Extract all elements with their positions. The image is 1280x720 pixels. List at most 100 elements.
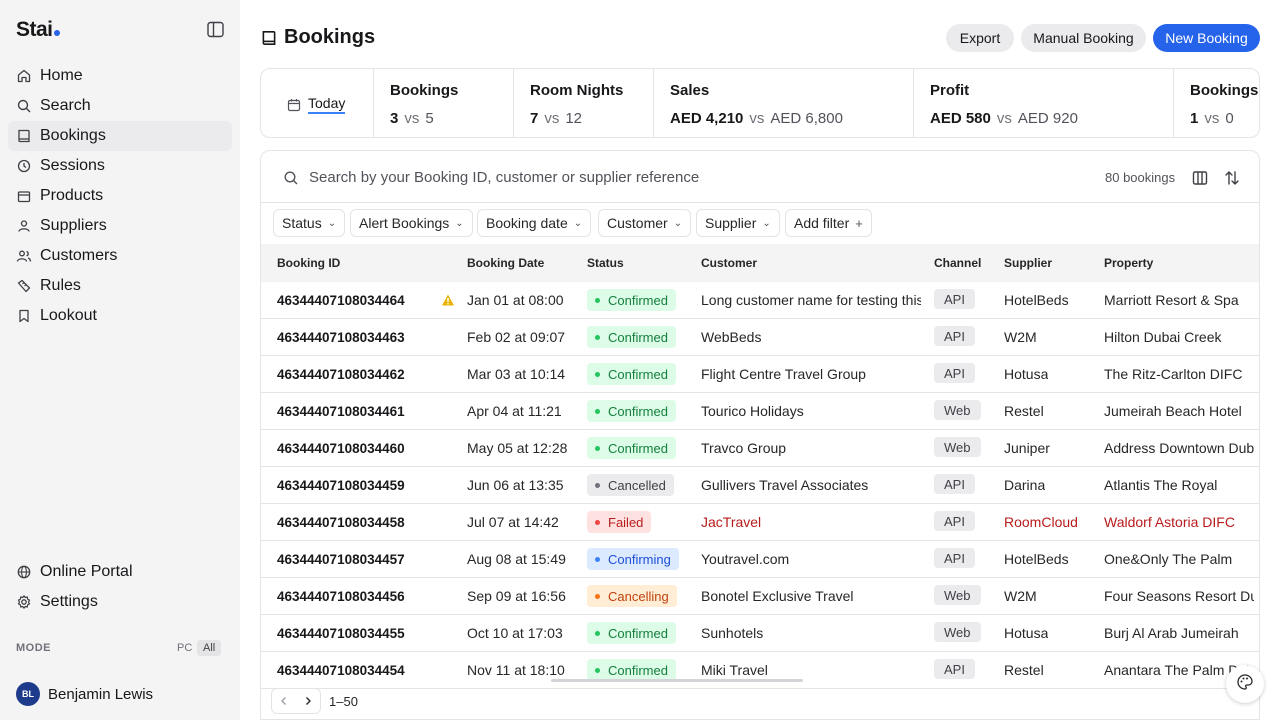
column-header-customer[interactable]: Customer xyxy=(701,256,757,270)
period-selector[interactable]: Today xyxy=(287,95,346,114)
rules-icon xyxy=(16,278,32,294)
status-badge: Confirmed xyxy=(587,659,676,681)
help-widget-button[interactable] xyxy=(1226,665,1264,703)
table-row[interactable]: 46344407108034457 Aug 08 at 15:49 Confirmi… xyxy=(261,541,1259,578)
suppliers-icon xyxy=(16,218,32,234)
supplier-name: W2M xyxy=(1004,588,1037,604)
booking-id[interactable]: 46344407108034455 xyxy=(277,626,405,641)
sidebar-item-label: Sessions xyxy=(40,157,105,174)
customer-name[interactable]: Sunhotels xyxy=(701,625,921,641)
sidebar-item-bookings[interactable]: Bookings xyxy=(8,121,232,151)
customer-name[interactable]: Youtravel.com xyxy=(701,551,921,567)
supplier-name: Hotusa xyxy=(1004,366,1049,382)
mode-option-pc[interactable]: PC xyxy=(171,640,198,656)
sidebar-item-suppliers[interactable]: Suppliers xyxy=(8,211,232,241)
column-header-status[interactable]: Status xyxy=(587,256,624,270)
sidebar-collapse-icon[interactable] xyxy=(207,21,224,38)
sort-icon[interactable] xyxy=(1223,169,1241,187)
sidebar-item-products[interactable]: Products xyxy=(8,181,232,211)
booking-id[interactable]: 46344407108034456 xyxy=(277,589,405,604)
column-header-booking-date[interactable]: Booking Date xyxy=(467,256,544,270)
filter-status[interactable]: Status ⌄ xyxy=(273,209,346,237)
table-row[interactable]: 46344407108034455 Oct 10 at 17:03 Confirme… xyxy=(261,615,1259,652)
chevron-right-icon[interactable] xyxy=(303,694,313,709)
column-header-supplier[interactable]: Supplier xyxy=(1004,256,1052,270)
booking-id[interactable]: 46344407108034463 xyxy=(277,330,405,345)
search-bar[interactable]: Search by your Booking ID, customer or s… xyxy=(283,169,699,186)
chevron-down-icon: ⌄ xyxy=(762,217,771,229)
search-input[interactable]: Search by your Booking ID, customer or s… xyxy=(309,169,699,186)
new-booking-button[interactable]: New Booking xyxy=(1153,24,1260,52)
customer-name[interactable]: WebBeds xyxy=(701,329,921,345)
filter-customer[interactable]: Customer ⌄ xyxy=(598,209,692,237)
status-dot xyxy=(595,556,600,562)
sidebar-item-home[interactable]: Home xyxy=(8,61,232,91)
customer-name[interactable]: Long customer name for testing this xyxy=(701,292,921,308)
sidebar-item-online-portal[interactable]: Online Portal xyxy=(8,557,232,587)
horizontal-scrollbar[interactable] xyxy=(551,679,803,682)
table-row[interactable]: 46344407108034461 Apr 04 at 11:21 Confirme… xyxy=(261,393,1259,430)
booking-id[interactable]: 46344407108034457 xyxy=(277,552,405,567)
stat-current: 3 xyxy=(390,110,399,127)
property-name: Burj Al Arab Jumeirah xyxy=(1104,625,1239,641)
filter-booking-date[interactable]: Booking date ⌄ xyxy=(477,209,592,237)
stat-vs: vs xyxy=(404,110,420,127)
customer-name[interactable]: Tourico Holidays xyxy=(701,403,921,419)
manual-booking-button[interactable]: Manual Booking xyxy=(1021,24,1146,52)
sidebar-item-rules[interactable]: Rules xyxy=(8,271,232,301)
customer-name[interactable]: JacTravel xyxy=(701,514,921,530)
channel-chip: API xyxy=(934,363,975,383)
sidebar-item-sessions[interactable]: Sessions xyxy=(8,151,232,181)
table-row[interactable]: 46344407108034460 May 05 at 12:28 Confirme… xyxy=(261,430,1259,467)
booking-date: Oct 10 at 17:03 xyxy=(467,625,563,641)
column-header-booking-id[interactable]: Booking ID xyxy=(277,256,340,270)
chevron-left-icon[interactable] xyxy=(279,694,289,709)
sidebar-item-lookout[interactable]: Lookout xyxy=(8,301,232,331)
status-badge: Confirmed xyxy=(587,363,676,385)
channel-chip: API xyxy=(934,289,975,309)
table-row[interactable]: 46344407108034458 Jul 07 at 14:42 Failed Ja… xyxy=(261,504,1259,541)
sidebar-item-settings[interactable]: Settings xyxy=(8,587,232,617)
stat-values: AED 4,210 vs AED 6,800 xyxy=(670,110,843,127)
table-row[interactable]: 46344407108034459 Jun 06 at 13:35 Cancelle… xyxy=(261,467,1259,504)
status-label: Confirmed xyxy=(608,662,668,678)
table-row[interactable]: 46344407108034463 Feb 02 at 09:07 Confirme… xyxy=(261,319,1259,356)
booking-id[interactable]: 46344407108034461 xyxy=(277,404,405,419)
filter-alert-bookings[interactable]: Alert Bookings ⌄ xyxy=(350,209,473,237)
table-row[interactable]: 46344407108034462 Mar 03 at 10:14 Confirme… xyxy=(261,356,1259,393)
booking-date: Jan 01 at 08:00 xyxy=(467,292,564,308)
status-dot xyxy=(595,593,600,599)
app-logo[interactable]: Stai xyxy=(16,18,60,42)
channel-chip: API xyxy=(934,659,975,679)
sidebar-item-search[interactable]: Search xyxy=(8,91,232,121)
mode-option-all[interactable]: All xyxy=(197,640,222,656)
customer-name[interactable]: Gullivers Travel Associates xyxy=(701,477,921,493)
customer-name[interactable]: Bonotel Exclusive Travel xyxy=(701,588,921,604)
table-row[interactable]: 46344407108034464 Jan 01 at 08:00 Confirme… xyxy=(261,282,1259,319)
status-label: Confirming xyxy=(608,551,671,567)
filter-supplier[interactable]: Supplier ⌄ xyxy=(696,209,780,237)
table-row[interactable]: 46344407108034454 Nov 11 at 18:10 Confirme… xyxy=(261,652,1259,689)
booking-id[interactable]: 46344407108034462 xyxy=(277,367,405,382)
logo-dot xyxy=(53,30,60,36)
booking-id[interactable]: 46344407108034458 xyxy=(277,515,405,530)
sidebar-item-label: Online Portal xyxy=(40,563,133,580)
customer-name[interactable]: Travco Group xyxy=(701,440,921,456)
customer-name[interactable]: Miki Travel xyxy=(701,662,921,678)
booking-id[interactable]: 46344407108034454 xyxy=(277,663,405,678)
sidebar-item-label: Products xyxy=(40,187,104,204)
sidebar-item-customers[interactable]: Customers xyxy=(8,241,232,271)
export-button[interactable]: Export xyxy=(946,24,1014,52)
table-row[interactable]: 46344407108034456 Sep 09 at 16:56 Cancelli… xyxy=(261,578,1259,615)
column-header-property[interactable]: Property xyxy=(1104,256,1153,270)
filter-label: Alert Bookings xyxy=(359,215,450,231)
booking-id[interactable]: 46344407108034460 xyxy=(277,441,405,456)
booking-id[interactable]: 46344407108034459 xyxy=(277,478,405,493)
column-header-channel[interactable]: Channel xyxy=(934,256,981,270)
customer-name[interactable]: Flight Centre Travel Group xyxy=(701,366,921,382)
add-filter-button[interactable]: Add filter + xyxy=(785,209,872,237)
booking-id[interactable]: 46344407108034464 xyxy=(277,293,405,308)
status-label: Confirmed xyxy=(608,440,668,456)
columns-icon[interactable] xyxy=(1191,169,1209,187)
user-menu[interactable]: BL Benjamin Lewis xyxy=(16,682,153,706)
